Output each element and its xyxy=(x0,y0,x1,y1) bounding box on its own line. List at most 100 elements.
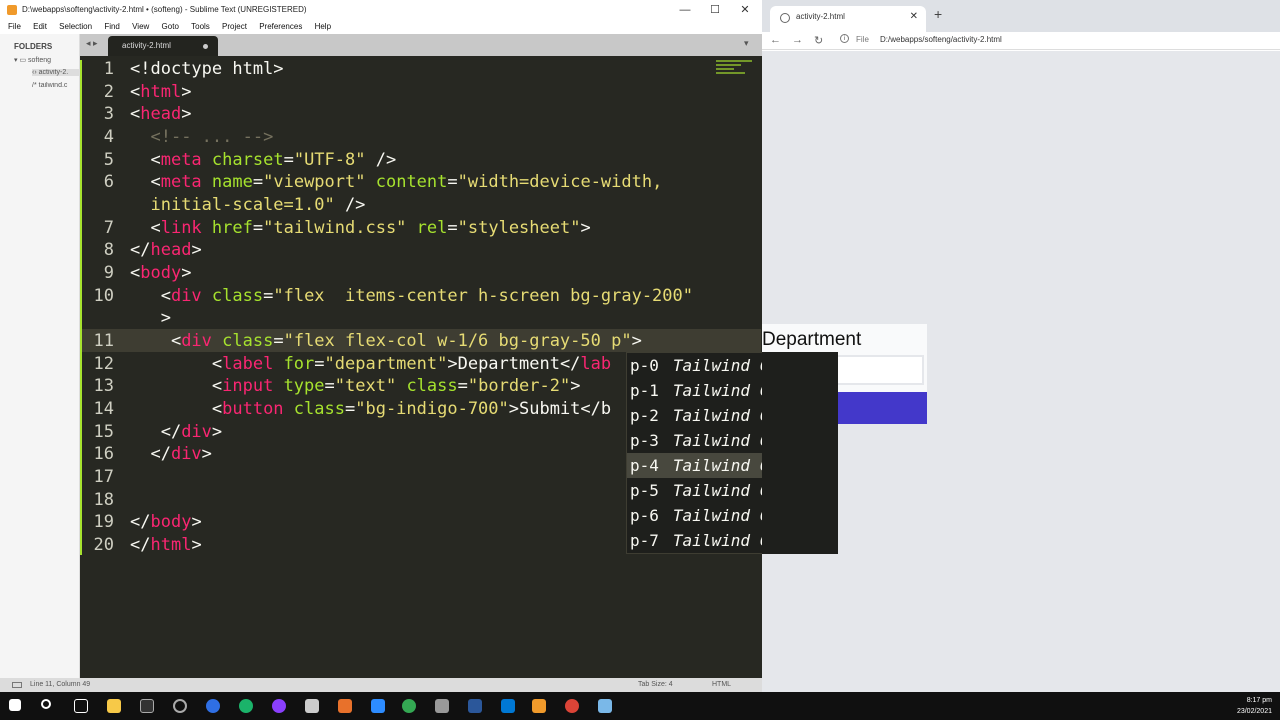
line-number: 11 xyxy=(93,331,114,351)
app-icon-blue[interactable] xyxy=(206,699,220,713)
new-tab-button[interactable]: + xyxy=(934,6,942,22)
app-icon-gray[interactable] xyxy=(305,699,319,713)
app-icon-tools[interactable] xyxy=(435,699,449,713)
unsaved-dot-icon[interactable] xyxy=(203,44,208,49)
code-line: <div class="flex flex-col w-1/6 bg-gray-… xyxy=(130,331,642,351)
menu-edit[interactable]: Edit xyxy=(33,22,47,31)
sublime-taskbar-icon[interactable] xyxy=(532,699,546,713)
line-number: 13 xyxy=(93,376,114,396)
minimize-button[interactable]: — xyxy=(670,0,700,20)
line-number: 20 xyxy=(93,535,114,555)
line-number: 3 xyxy=(103,104,114,124)
tab-menu-chevron-icon[interactable]: ▾ xyxy=(744,38,749,49)
back-icon[interactable]: ← xyxy=(770,34,781,46)
line-number: 15 xyxy=(93,422,114,442)
clock-date: 23/02/2021 xyxy=(1236,708,1272,715)
menu-file[interactable]: File xyxy=(8,22,21,31)
code-line: <link href="tailwind.css" rel="styleshee… xyxy=(130,218,591,238)
folder-sidebar: FOLDERS ▾ ▭ softeng ‹› activity-2. /* ta… xyxy=(0,34,102,678)
clock[interactable]: 8:17 pm 23/02/2021 xyxy=(1237,695,1272,717)
page-viewport: Department Submit xyxy=(762,51,1280,692)
menu-preferences[interactable]: Preferences xyxy=(259,22,302,31)
cursor-position: Line 11, Column 49 xyxy=(30,681,91,688)
globe-icon xyxy=(780,13,790,23)
notepad-icon[interactable] xyxy=(598,699,612,713)
code-line: <!-- ... --> xyxy=(150,127,274,147)
line-number: 8 xyxy=(103,240,114,260)
reload-icon[interactable]: ↻ xyxy=(814,34,823,47)
browser-tab-title: activity-2.html xyxy=(796,12,845,21)
browser-window: activity-2.html ✕ + ← → ↻ i File D:/weba… xyxy=(762,0,1280,692)
code-line: initial-scale=1.0" /> xyxy=(130,195,366,215)
autocomplete-overflow xyxy=(762,352,838,554)
code-line: <div class="flex items-center h-screen b… xyxy=(130,286,693,306)
menu-bar: File Edit Selection Find View Goto Tools… xyxy=(0,20,762,34)
line-number: 2 xyxy=(103,82,114,102)
task-view-icon[interactable] xyxy=(74,699,88,713)
close-button[interactable]: ✕ xyxy=(730,0,760,20)
line-number: 9 xyxy=(103,263,114,283)
zoom-icon[interactable] xyxy=(371,699,385,713)
line-number: 16 xyxy=(93,444,114,464)
app-icon-green[interactable] xyxy=(239,699,253,713)
chrome-icon[interactable] xyxy=(402,699,416,713)
line-number: 6 xyxy=(103,172,114,192)
line-number: 5 xyxy=(103,150,114,170)
syntax-indicator[interactable]: HTML xyxy=(712,678,731,692)
minimap[interactable] xyxy=(716,58,752,88)
tab-size-indicator[interactable]: Tab Size: 4 xyxy=(638,678,673,692)
tab-nav-arrows[interactable]: ◂ ▸ xyxy=(86,38,98,49)
word-icon[interactable] xyxy=(468,699,482,713)
line-number: 10 xyxy=(93,286,114,306)
department-label: Department xyxy=(762,329,862,350)
file-explorer-icon[interactable] xyxy=(107,699,121,713)
code-line: <html> xyxy=(130,82,192,102)
clock-time: 8:17 pm xyxy=(1246,697,1272,704)
code-line: </head> xyxy=(130,240,202,260)
menu-project[interactable]: Project xyxy=(222,22,247,31)
sidebar-item-softeng[interactable]: ▾ ▭ softeng xyxy=(14,56,84,64)
maximize-button[interactable]: ☐ xyxy=(700,0,730,20)
menu-tools[interactable]: Tools xyxy=(191,22,210,31)
title-bar: D:\webapps\softeng\activity-2.html • (so… xyxy=(0,0,762,20)
code-line: <button class="bg-indigo-700">Submit</b xyxy=(130,399,612,419)
code-line: > xyxy=(130,308,171,328)
line-number: 1 xyxy=(103,59,114,79)
window-title: D:\webapps\softeng\activity-2.html • (so… xyxy=(22,5,307,14)
console-toggle-icon[interactable] xyxy=(12,682,22,688)
code-line: <body> xyxy=(130,263,192,283)
menu-goto[interactable]: Goto xyxy=(162,22,179,31)
terminal-icon[interactable] xyxy=(140,699,154,713)
folders-header: FOLDERS xyxy=(14,42,53,51)
line-number: 14 xyxy=(93,399,114,419)
windows-start-icon[interactable] xyxy=(9,699,21,711)
menu-selection[interactable]: Selection xyxy=(59,22,92,31)
browser-tab-strip: activity-2.html ✕ + xyxy=(762,0,1280,32)
code-line: <!doctype html> xyxy=(130,59,284,79)
forward-icon[interactable]: → xyxy=(792,34,803,46)
menu-view[interactable]: View xyxy=(132,22,149,31)
app-icon-purple[interactable] xyxy=(272,699,286,713)
line-number: 17 xyxy=(93,467,114,487)
search-icon[interactable] xyxy=(41,699,51,709)
code-line: </div> xyxy=(130,422,223,442)
menu-help[interactable]: Help xyxy=(315,22,331,31)
tab-label: activity-2.html xyxy=(122,41,171,50)
line-number: 12 xyxy=(93,354,114,374)
code-line: </html> xyxy=(130,535,202,555)
line-number: 7 xyxy=(103,218,114,238)
tab-activity-2[interactable]: activity-2.html xyxy=(108,36,218,56)
chrome-active-icon[interactable] xyxy=(565,699,579,713)
code-line: </body> xyxy=(130,512,202,532)
code-line: <input type="text" class="border-2"> xyxy=(130,376,581,396)
github-icon[interactable] xyxy=(173,699,187,713)
browser-tab[interactable]: activity-2.html ✕ xyxy=(770,6,926,32)
xampp-icon[interactable] xyxy=(338,699,352,713)
url-field[interactable]: D:/webapps/softeng/activity-2.html xyxy=(880,35,1002,44)
vscode-icon[interactable] xyxy=(501,699,515,713)
scheme-label: File xyxy=(856,35,869,44)
status-bar: Line 11, Column 49 Tab Size: 4 HTML xyxy=(0,678,762,692)
menu-find[interactable]: Find xyxy=(104,22,120,31)
info-icon[interactable]: i xyxy=(840,34,849,43)
close-tab-icon[interactable]: ✕ xyxy=(910,6,918,28)
